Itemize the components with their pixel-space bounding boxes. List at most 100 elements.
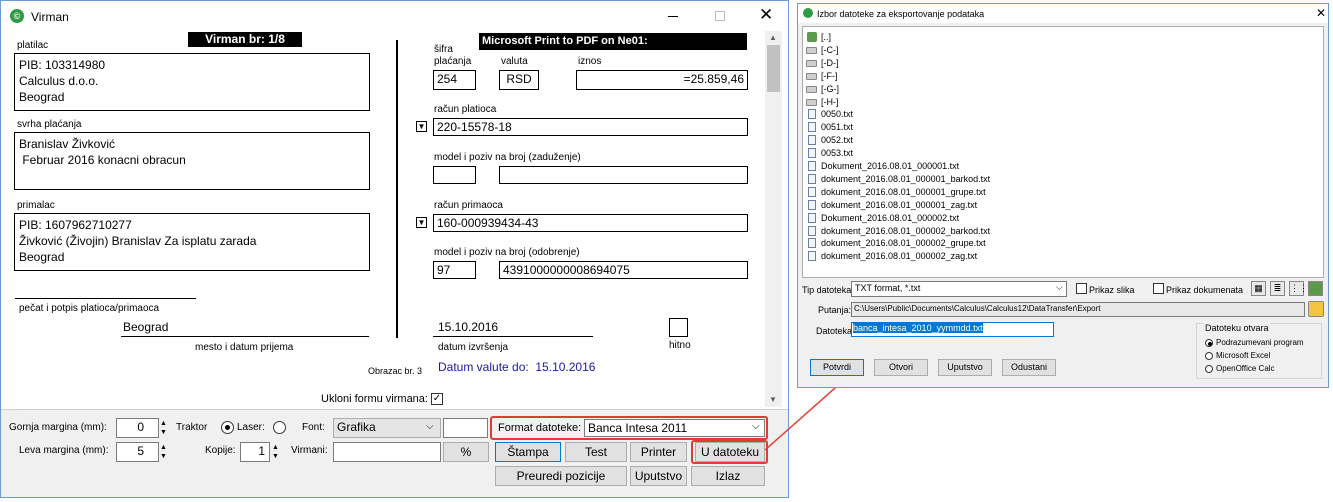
format-chevron-icon[interactable]: ⌵ (752, 421, 760, 432)
file-icon (808, 186, 816, 197)
svrha-box[interactable]: Branislav Živković Februar 2016 konacni … (14, 132, 370, 190)
primalac-box[interactable]: PIB: 1607962710277 Živković (Živojin) Br… (14, 213, 370, 271)
model-odobrenje-field[interactable]: 97 (433, 261, 476, 279)
file-list-item[interactable]: dokument_2016.08.01_000002_zag.txt (821, 250, 977, 263)
model-zaduzenje-field[interactable] (433, 166, 476, 184)
model-odobrenje-label: model i poziv na broj (odobrenje) (434, 247, 580, 258)
maximize-icon[interactable] (715, 11, 725, 21)
folder-browse-icon[interactable] (1308, 301, 1324, 317)
file-list[interactable]: [..] [-C-] [-D-] [-F-] [-G-] [-H-] 0050.txt 005… (802, 26, 1324, 278)
opt3-radio[interactable] (1205, 365, 1213, 373)
leva-label: Leva margina (mm): (19, 445, 109, 456)
gornja-input[interactable]: 0 (116, 418, 159, 438)
file-list-item[interactable]: [-F-] (821, 70, 838, 83)
opt2-radio[interactable] (1205, 352, 1213, 360)
scroll-thumb[interactable] (767, 45, 780, 92)
gornja-label: Gornja margina (mm): (9, 422, 107, 433)
valuta-field[interactable]: RSD (499, 70, 539, 90)
iznos-label: iznos (578, 56, 602, 67)
percent-button[interactable]: % (443, 442, 489, 462)
putanja-field[interactable]: C:\Users\Public\Documents\Calculus\Calcu… (851, 302, 1305, 317)
file-list-item[interactable]: dokument_2016.08.01_000001_zag.txt (821, 199, 977, 212)
view-list-icon[interactable]: ≣ (1270, 281, 1285, 296)
datoteka-label: Datoteka: (816, 326, 855, 336)
hitno-checkbox[interactable] (669, 318, 688, 337)
test-button[interactable]: Test (565, 442, 627, 462)
potvrdi-button[interactable]: Potvrdi (810, 359, 864, 376)
gornja-spinner-icon[interactable]: ▲ ▼ (160, 419, 167, 437)
preuredi-button[interactable]: Preuredi pozicije (495, 466, 627, 486)
racun-primaoca-field[interactable]: 160-000939434-43 (433, 214, 748, 232)
laser-radio[interactable] (273, 421, 286, 434)
odustani-button[interactable]: Odustani (1002, 359, 1056, 376)
file-icon (808, 135, 816, 146)
prikaz-dokumenata-checkbox[interactable] (1153, 283, 1164, 294)
file-list-item[interactable]: 0050.txt (821, 108, 853, 121)
virman-form: Virman br: 1/8 Microsoft Print to PDF on… (1, 31, 771, 409)
font-select[interactable]: Grafika (333, 418, 441, 438)
stampa-button[interactable]: Štampa (495, 442, 561, 462)
sifra-field[interactable]: 254 (433, 70, 476, 90)
dialog-uputstvo-button[interactable]: Uputstvo (938, 359, 992, 376)
tip-label: Tip datoteka: (802, 285, 854, 295)
scroll-up-icon[interactable]: ▲ (769, 33, 777, 42)
file-list-item[interactable]: Dokument_2016.08.01_000001.txt (821, 160, 959, 173)
file-list-item[interactable]: Dokument_2016.08.01_000002.txt (821, 212, 959, 225)
racun-platioca-field[interactable]: 220-15578-18 (433, 118, 748, 136)
tip-chevron-icon[interactable]: ⌵ (1056, 282, 1063, 293)
platilac-box[interactable]: PIB: 103314980 Calculus d.o.o. Beograd (14, 53, 370, 111)
otvori-button[interactable]: Otvori (874, 359, 928, 376)
u-datoteku-button[interactable]: U datoteku (695, 442, 765, 462)
app-icon: © (10, 9, 24, 23)
datum-izvrsenja-value: 15.10.2016 (438, 320, 499, 334)
primaoca-dropdown-icon[interactable]: ▼ (416, 217, 427, 228)
opt1-radio[interactable] (1205, 339, 1213, 347)
virmani-input[interactable] (333, 442, 441, 462)
file-list-item[interactable]: [-D-] (821, 57, 839, 70)
uputstvo-button[interactable]: Uputstvo (630, 466, 687, 486)
drive-icon (806, 46, 817, 54)
file-list-item[interactable]: dokument_2016.08.01_000002_grupe.txt (821, 237, 986, 250)
file-list-item[interactable]: dokument_2016.08.01_000002_barkod.txt (821, 225, 990, 238)
file-list-item[interactable]: [-C-] (821, 44, 839, 57)
tip-select[interactable]: TXT format, *.txt (851, 281, 1067, 297)
datoteka-input[interactable]: banca_intesa_2010_yymmdd.txt (851, 322, 1054, 337)
close-icon[interactable]: ✕ (759, 6, 773, 24)
primalac-label: primalac (17, 200, 55, 211)
leva-spinner-icon[interactable]: ▲ ▼ (160, 443, 167, 461)
file-list-item[interactable]: 0051.txt (821, 121, 853, 134)
iznos-field[interactable]: =25.859,46 (576, 70, 748, 90)
poziv-odobrenje-field[interactable]: 4391000000008694075 (499, 261, 748, 279)
ukloni-checkbox[interactable]: ✓ (431, 393, 443, 405)
prikaz-slika-checkbox[interactable] (1076, 283, 1087, 294)
file-list-item[interactable]: [..] (821, 31, 831, 44)
view-grid-icon[interactable]: ⋮⋮ (1289, 281, 1308, 296)
file-list-item[interactable]: dokument_2016.08.01_000001_grupe.txt (821, 186, 986, 199)
poziv-zaduzenje-field[interactable] (499, 166, 748, 184)
view-thumbnail-icon[interactable] (1308, 281, 1323, 296)
file-list-item[interactable]: 0053.txt (821, 147, 853, 160)
kopije-input[interactable]: 1 (240, 442, 270, 462)
printer-button[interactable]: Printer (630, 442, 687, 462)
platioca-dropdown-icon[interactable]: ▼ (416, 121, 427, 132)
font-chevron-icon[interactable]: ⌵ (426, 421, 434, 432)
izlaz-button[interactable]: Izlaz (691, 466, 765, 486)
dialog-close-icon[interactable]: ✕ (1316, 6, 1326, 20)
font-size-input[interactable] (443, 418, 488, 438)
format-select[interactable]: Banca Intesa 2011 (584, 419, 765, 437)
view-details-icon[interactable]: ▦ (1251, 281, 1266, 296)
traktor-radio[interactable] (221, 421, 234, 434)
file-list-item[interactable]: [-G-] (821, 83, 839, 96)
controls-panel: Gornja margina (mm): 0 ▲ ▼ Leva margina (… (1, 409, 788, 497)
format-label: Format datoteke: (498, 422, 582, 434)
file-icon (808, 109, 816, 120)
leva-input[interactable]: 5 (116, 442, 159, 462)
file-list-item[interactable]: dokument_2016.08.01_000001_barkod.txt (821, 173, 990, 186)
minimize-icon[interactable] (668, 16, 678, 17)
drive-icon (806, 98, 817, 106)
file-list-item[interactable]: [-H-] (821, 96, 839, 109)
file-list-item[interactable]: 0052.txt (821, 134, 853, 147)
kopije-spinner-icon[interactable]: ▲ ▼ (272, 443, 279, 461)
valuta-label: valuta (501, 56, 528, 67)
datum-izvrsenja-label: datum izvršenja (438, 342, 509, 353)
